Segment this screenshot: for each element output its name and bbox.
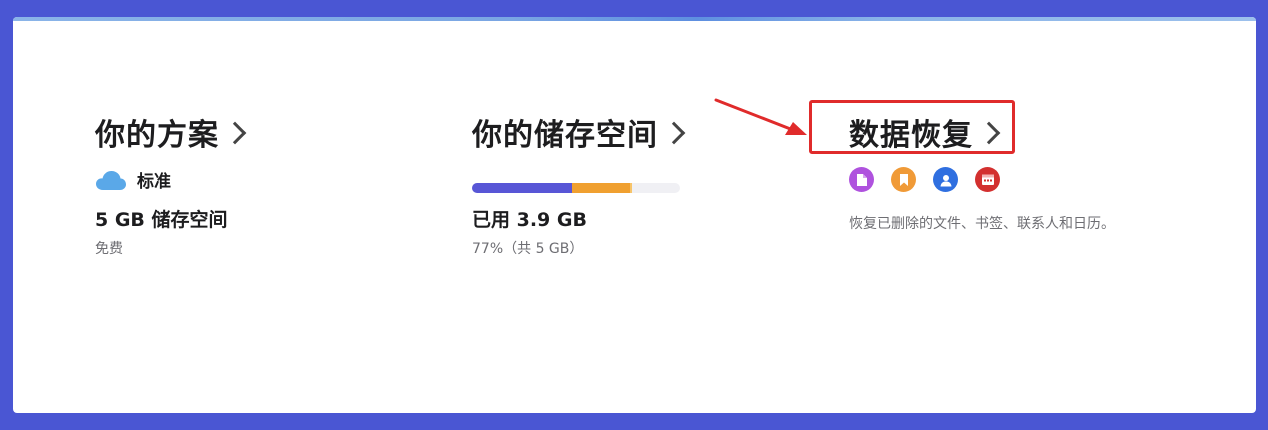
chevron-right-icon — [223, 121, 247, 145]
plan-name: 标准 — [137, 172, 171, 192]
storage-bar-segment-2 — [571, 183, 631, 193]
plan-storage: 5 GB 储存空间 — [95, 209, 228, 231]
recovery-description: 恢复已删除的文件、书签、联系人和日历。 — [849, 216, 1115, 232]
cloud-icon — [96, 170, 126, 190]
chevron-right-icon — [977, 121, 1001, 145]
plan-title: 你的方案 — [95, 118, 219, 153]
plan-name-row: 标准 — [95, 167, 171, 192]
chevron-right-icon — [662, 121, 686, 145]
storage-percent: 77%（共 5 GB） — [472, 241, 584, 257]
bookmarks-icon — [891, 167, 916, 192]
storage-title: 你的储存空间 — [472, 118, 658, 153]
contacts-icon — [933, 167, 958, 192]
storage-usage-bar — [472, 183, 680, 193]
app-window: 你的方案 标准 5 GB 储存空间 免费 你的储存空间 已用 3.9 GB 77… — [13, 17, 1256, 413]
storage-used: 已用 3.9 GB — [472, 209, 587, 231]
recovery-icons — [849, 167, 1000, 192]
annotation-arrow — [714, 98, 807, 135]
storage-title-link[interactable]: 你的储存空间 — [472, 110, 686, 154]
plan-title-link[interactable]: 你的方案 — [95, 110, 247, 154]
recovery-title-link[interactable]: 数据恢复 — [849, 110, 1001, 154]
storage-bar-segment-1 — [472, 183, 572, 193]
recovery-title: 数据恢复 — [849, 118, 973, 153]
storage-bar-segment-3 — [630, 183, 633, 193]
top-accent-strip — [13, 17, 1256, 21]
plan-price: 免费 — [95, 241, 123, 257]
files-icon — [849, 167, 874, 192]
calendar-icon — [975, 167, 1000, 192]
